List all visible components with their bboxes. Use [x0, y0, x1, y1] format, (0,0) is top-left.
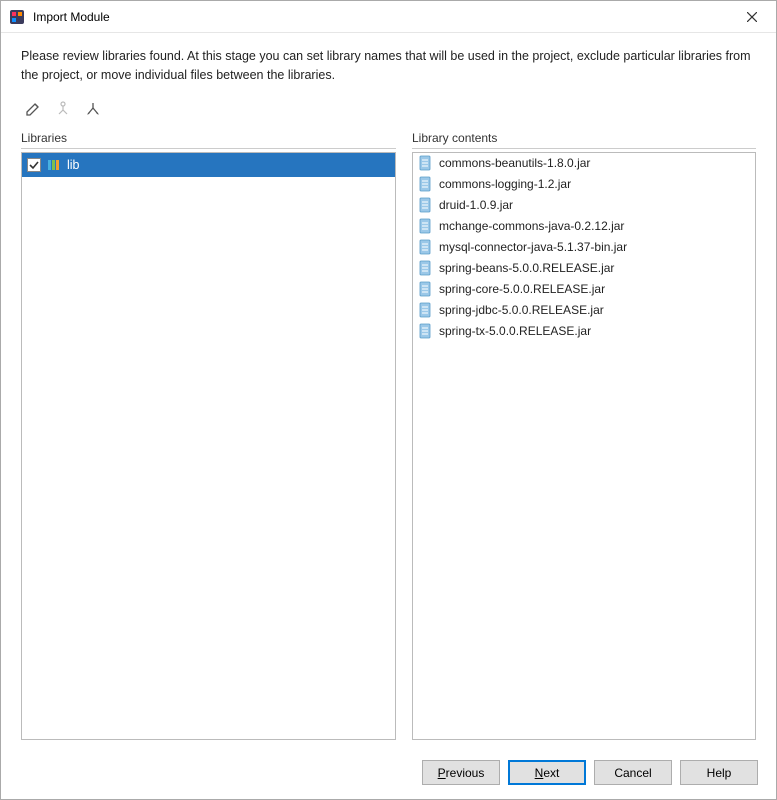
jar-file-icon	[418, 176, 434, 192]
library-checkbox[interactable]	[27, 158, 41, 172]
file-name: mysql-connector-java-5.1.37-bin.jar	[439, 240, 627, 254]
libraries-list[interactable]: lib	[21, 152, 396, 741]
previous-label-rest: revious	[446, 766, 485, 780]
divider	[21, 148, 396, 149]
import-module-dialog: Import Module Please review libraries fo…	[0, 0, 777, 800]
file-name: commons-logging-1.2.jar	[439, 177, 571, 191]
cancel-button[interactable]: Cancel	[594, 760, 672, 785]
file-item[interactable]: spring-tx-5.0.0.RELEASE.jar	[413, 321, 755, 342]
titlebar: Import Module	[1, 1, 776, 33]
jar-file-icon	[418, 323, 434, 339]
dialog-title: Import Module	[33, 10, 736, 24]
close-button[interactable]	[736, 3, 768, 31]
file-name: spring-jdbc-5.0.0.RELEASE.jar	[439, 303, 604, 317]
libraries-header-label: Libraries	[21, 131, 67, 145]
libraries-header: Libraries	[21, 131, 396, 149]
app-icon	[9, 9, 25, 25]
divider	[412, 148, 756, 149]
file-item[interactable]: mysql-connector-java-5.1.37-bin.jar	[413, 237, 755, 258]
file-item[interactable]: mchange-commons-java-0.2.12.jar	[413, 216, 755, 237]
jar-file-icon	[418, 302, 434, 318]
dialog-content: Please review libraries found. At this s…	[1, 33, 776, 750]
split-icon	[85, 101, 101, 117]
next-label-rest: ext	[543, 766, 559, 780]
file-item[interactable]: commons-beanutils-1.8.0.jar	[413, 153, 755, 174]
close-icon	[747, 12, 757, 22]
file-item[interactable]: druid-1.0.9.jar	[413, 195, 755, 216]
toolbar	[21, 99, 756, 119]
library-contents-pane: Library contents commons-beanutils-1.8.0…	[412, 131, 756, 741]
library-item[interactable]: lib	[22, 153, 395, 177]
file-name: spring-beans-5.0.0.RELEASE.jar	[439, 261, 614, 275]
jar-file-icon	[418, 197, 434, 213]
help-button[interactable]: Help	[680, 760, 758, 785]
button-bar: Previous Next Cancel Help	[1, 750, 776, 799]
library-contents-list[interactable]: commons-beanutils-1.8.0.jar commons-loggi…	[412, 152, 756, 741]
library-contents-header: Library contents	[412, 131, 756, 149]
file-item[interactable]: commons-logging-1.2.jar	[413, 174, 755, 195]
file-item[interactable]: spring-beans-5.0.0.RELEASE.jar	[413, 258, 755, 279]
jar-file-icon	[418, 260, 434, 276]
file-name: mchange-commons-java-0.2.12.jar	[439, 219, 624, 233]
jar-file-icon	[418, 218, 434, 234]
file-name: spring-core-5.0.0.RELEASE.jar	[439, 282, 605, 296]
description-text: Please review libraries found. At this s…	[21, 47, 756, 85]
file-item[interactable]: spring-jdbc-5.0.0.RELEASE.jar	[413, 300, 755, 321]
library-name: lib	[67, 158, 80, 172]
jar-file-icon	[418, 155, 434, 171]
library-icon	[46, 157, 62, 173]
mnemonic: P	[438, 766, 446, 780]
file-name: druid-1.0.9.jar	[439, 198, 513, 212]
file-item[interactable]: spring-core-5.0.0.RELEASE.jar	[413, 279, 755, 300]
file-name: commons-beanutils-1.8.0.jar	[439, 156, 590, 170]
file-name: spring-tx-5.0.0.RELEASE.jar	[439, 324, 591, 338]
merge-icon	[55, 101, 71, 117]
split-button[interactable]	[83, 99, 103, 119]
pencil-icon	[25, 101, 41, 117]
jar-file-icon	[418, 281, 434, 297]
next-button[interactable]: Next	[508, 760, 586, 785]
rename-button[interactable]	[23, 99, 43, 119]
library-contents-header-label: Library contents	[412, 131, 497, 145]
merge-button	[53, 99, 73, 119]
jar-file-icon	[418, 239, 434, 255]
panes-container: Libraries lib Library contents commons-b…	[21, 131, 756, 741]
libraries-pane: Libraries lib	[21, 131, 396, 741]
previous-button[interactable]: Previous	[422, 760, 500, 785]
